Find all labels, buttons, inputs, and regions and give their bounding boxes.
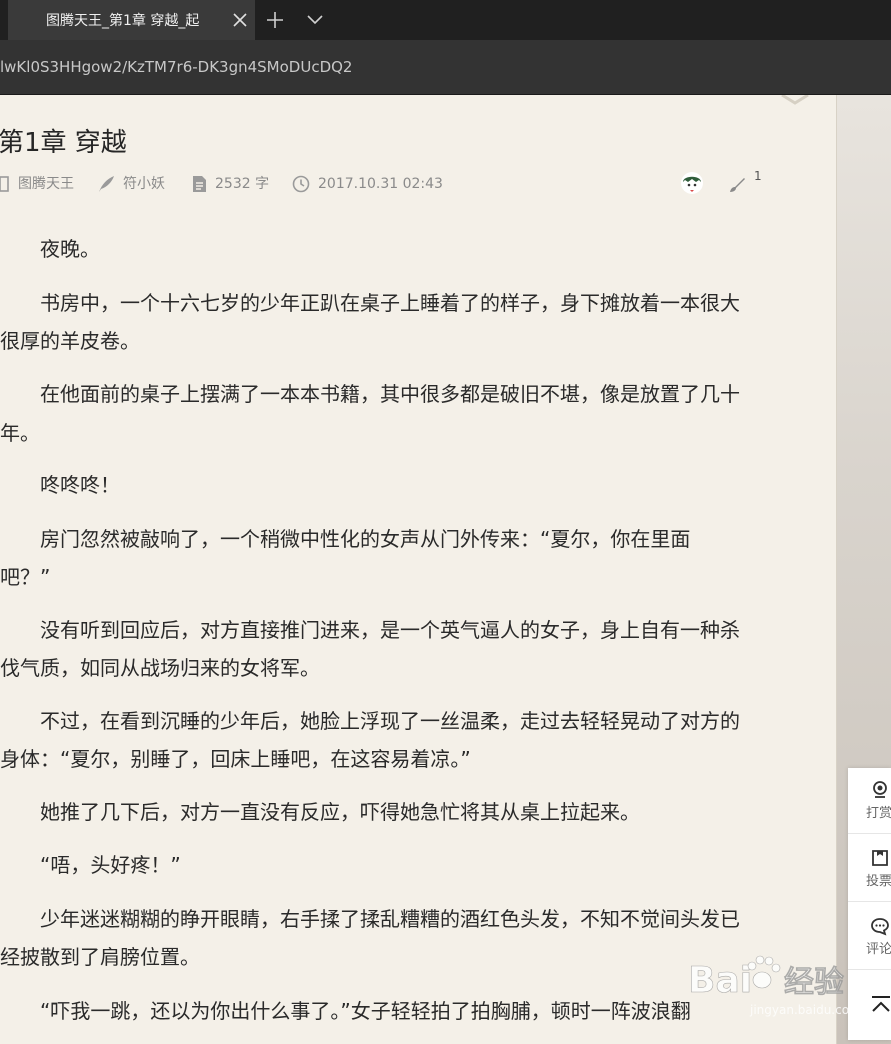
paragraph-line: 不过，在看到沉睡的少年后，她脸上浮现了一丝温柔，走过去轻轻晃动了对方的 bbox=[0, 709, 740, 733]
brush-icon[interactable] bbox=[726, 173, 748, 195]
paragraph-line: 书房中，一个十六七岁的少年正趴在桌子上睡着了的样子，身下摊放着一本很大 bbox=[0, 291, 740, 315]
paragraph-line: 少年迷迷糊糊的睁开眼睛，右手揉了揉乱糟糟的酒红色头发，不知不觉间头发已 bbox=[0, 907, 740, 931]
medal-icon bbox=[873, 781, 887, 798]
paragraph-line: 伐气质，如同从战场归来的女将军。 bbox=[0, 656, 320, 680]
watermark-brand-2: 经验 bbox=[784, 965, 844, 1000]
document-icon bbox=[193, 176, 206, 192]
paw-icon bbox=[747, 955, 781, 989]
active-tab[interactable]: 图腾天王_第1章 穿越_起 bbox=[8, 0, 255, 40]
tab-title: 图腾天王_第1章 穿越_起 bbox=[46, 13, 200, 29]
address-bar[interactable]: lwKl0S3HHgow2/KzTM7r6-DK3gn4SMoDUcDQ2 bbox=[0, 40, 891, 95]
watermark-brand: Bai bbox=[688, 960, 752, 1001]
author-name[interactable]: 符小妖 bbox=[123, 173, 165, 195]
word-count: 2532 字 bbox=[215, 176, 270, 192]
clock-icon bbox=[292, 175, 310, 193]
paragraph-line: 她推了几下后，对方一直没有反应，吓得她急忙将其从桌上拉起来。 bbox=[0, 800, 640, 824]
paragraph-line: “吓我一跳，还以为你出什么事了。”女子轻轻拍了拍胸脯，顿时一阵波浪翻 bbox=[0, 999, 691, 1023]
edit-count: 1 bbox=[754, 169, 762, 183]
paragraph-line: 咚咚咚！ bbox=[0, 473, 120, 497]
paragraph-line: 吧？” bbox=[0, 565, 51, 589]
vote-button[interactable]: 投票 bbox=[848, 836, 891, 902]
watermark-url: jingyan.baidu.com bbox=[749, 1003, 861, 1017]
address-url[interactable]: lwKl0S3HHgow2/KzTM7r6-DK3gn4SMoDUcDQ2 bbox=[0, 56, 352, 78]
paragraph-line: 年。 bbox=[0, 421, 40, 445]
paragraph-line: 没有听到回应后，对方直接推门进来，是一个英气逼人的女子，身上自有一种杀 bbox=[0, 618, 740, 642]
corner-decoration-icon bbox=[781, 95, 809, 105]
baidu-jingyan-watermark: Bai 经验 jingyan.baidu.com bbox=[688, 955, 861, 1017]
paragraph-line: 经披散到了肩膀位置。 bbox=[0, 945, 200, 969]
quill-icon bbox=[99, 176, 114, 192]
chapter-title: 第1章 穿越 bbox=[0, 128, 127, 158]
comment-icon bbox=[871, 918, 889, 936]
avatar[interactable] bbox=[680, 171, 704, 195]
paragraph-line: “唔，头好疼！” bbox=[0, 853, 181, 877]
book-icon bbox=[0, 176, 9, 192]
reward-label: 打赏 bbox=[866, 806, 891, 821]
new-tab-icon[interactable] bbox=[262, 8, 288, 32]
close-icon[interactable] bbox=[228, 8, 252, 32]
publish-date: 2017.10.31 02:43 bbox=[318, 176, 443, 192]
vote-label: 投票 bbox=[866, 874, 891, 889]
ticket-icon bbox=[872, 850, 888, 866]
paragraph-line: 很厚的羊皮卷。 bbox=[0, 329, 140, 353]
book-name[interactable]: 图腾天王 bbox=[18, 173, 74, 195]
paragraph-line: 身体：“夏尔，别睡了，回床上睡吧，在这容易着凉。” bbox=[0, 747, 471, 771]
reward-button[interactable]: 打赏 bbox=[848, 768, 891, 834]
paragraph-line: 夜晚。 bbox=[0, 237, 100, 261]
paragraph-line: 在他面前的桌子上摆满了一本本书籍，其中很多都是破旧不堪，像是放置了几十 bbox=[0, 382, 740, 406]
reading-panel: 第1章 穿越 图腾天王 符小妖 2532 字 2017.10.31 02:43 … bbox=[0, 95, 837, 1044]
paragraph-line: 房门忽然被敲响了，一个稍微中性化的女声从门外传来：“夏尔，你在里面 bbox=[0, 527, 691, 551]
chevron-down-icon[interactable] bbox=[302, 8, 328, 32]
tab-bar: 图腾天王_第1章 穿越_起 bbox=[0, 0, 891, 40]
